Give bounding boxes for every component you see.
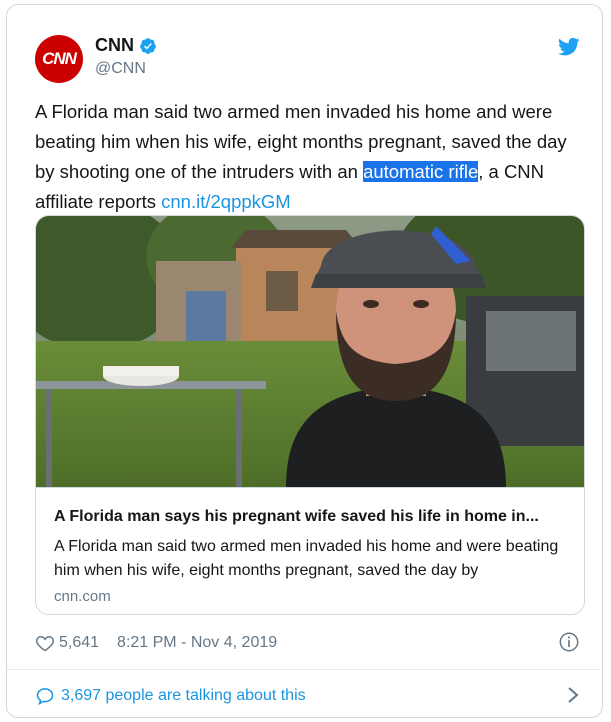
- tweet-stats: 5,641 8:21 PM - Nov 4, 2019: [35, 631, 277, 655]
- tweet-timestamp[interactable]: 8:21 PM - Nov 4, 2019: [117, 634, 277, 652]
- tweet-card[interactable]: CNN CNN @CNN A Florida man said two arme…: [6, 4, 603, 718]
- like-count[interactable]: 5,641: [59, 634, 99, 652]
- chevron-right-icon[interactable]: [566, 685, 580, 705]
- tweet-header: CNN CNN @CNN: [7, 5, 602, 85]
- card-description: A Florida man said two armed men invaded…: [54, 538, 559, 579]
- card-domain: cnn.com: [54, 588, 111, 605]
- conversation-link[interactable]: 3,697 people are talking about this: [35, 681, 583, 711]
- talking-count-text[interactable]: 3,697 people are talking about this: [61, 687, 306, 705]
- divider: [7, 669, 602, 670]
- card-image[interactable]: [36, 216, 584, 487]
- author-name-row[interactable]: CNN: [95, 35, 157, 56]
- avatar-logo-text: CNN: [42, 49, 77, 68]
- card-title[interactable]: A Florida man says his pregnant wife sav…: [54, 508, 569, 526]
- verified-badge-icon: [140, 37, 156, 54]
- link-preview-card[interactable]: A Florida man says his pregnant wife sav…: [35, 215, 585, 615]
- twitter-bird-icon[interactable]: [558, 37, 580, 57]
- card-photo: [36, 216, 584, 487]
- tweet-link[interactable]: cnn.it/2qppkGM: [161, 191, 291, 212]
- info-icon[interactable]: [558, 631, 580, 653]
- display-name[interactable]: CNN: [95, 35, 134, 56]
- author-block[interactable]: CNN @CNN: [95, 35, 157, 78]
- heart-icon[interactable]: [35, 633, 55, 653]
- card-meta[interactable]: A Florida man says his pregnant wife sav…: [36, 487, 584, 614]
- avatar[interactable]: CNN: [35, 35, 83, 83]
- author-handle[interactable]: @CNN: [95, 60, 157, 78]
- highlighted-text: automatic rifle: [363, 161, 479, 182]
- speech-bubble-icon: [36, 688, 54, 706]
- tweet-text: A Florida man said two armed men invaded…: [35, 97, 575, 217]
